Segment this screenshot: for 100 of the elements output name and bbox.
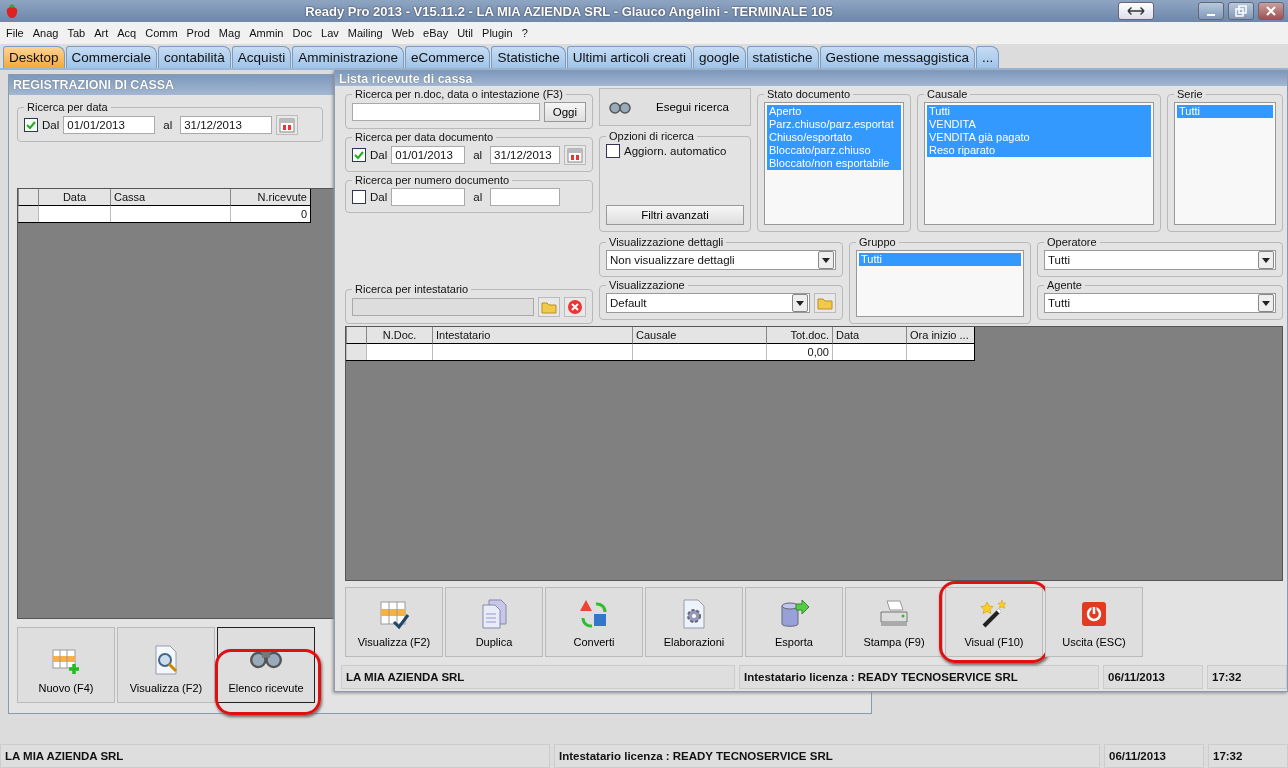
toolbar-button[interactable]: Esporta xyxy=(745,587,843,657)
date-field[interactable]: 31/12/2013 xyxy=(490,146,560,164)
tab[interactable]: Gestione messaggistica xyxy=(819,46,975,68)
menu-item[interactable]: Mailing xyxy=(347,27,383,39)
column-header[interactable]: N.Doc. xyxy=(366,327,432,344)
menu-item[interactable]: Comm xyxy=(145,27,178,39)
toolbar-button[interactable]: Nuovo (F4) xyxy=(17,627,115,703)
column-header[interactable]: Cassa xyxy=(110,189,230,206)
menu-item[interactable]: Ammin xyxy=(249,27,284,39)
tab[interactable]: google xyxy=(693,46,746,68)
search-field[interactable] xyxy=(352,103,540,121)
maximize-button[interactable] xyxy=(1228,2,1254,20)
restore-size-button[interactable] xyxy=(1118,2,1154,20)
double-arrow-icon xyxy=(1127,6,1145,16)
checkbox[interactable] xyxy=(352,148,366,162)
column-header[interactable]: Ora inizio ... xyxy=(906,327,974,344)
tab[interactable]: ... xyxy=(975,46,1000,68)
dropdown[interactable]: Default xyxy=(606,293,810,313)
tab[interactable]: Desktop xyxy=(3,46,65,68)
group-label: Serie xyxy=(1176,88,1204,100)
menu-item[interactable]: File xyxy=(6,27,24,39)
tab[interactable]: eCommerce xyxy=(404,46,491,68)
tab[interactable]: Commerciale xyxy=(65,46,158,68)
toolbar-button[interactable]: Duplica xyxy=(445,587,543,657)
date-field[interactable]: 01/01/2013 xyxy=(391,146,466,164)
menu-item[interactable]: ? xyxy=(521,27,528,39)
toolbar-button[interactable]: Visualizza (F2) xyxy=(345,587,443,657)
toolbar-button[interactable]: Visual (F10) xyxy=(945,587,1043,657)
clear-button[interactable] xyxy=(564,297,586,317)
folder-icon xyxy=(817,295,833,311)
binoculars-icon xyxy=(608,100,632,114)
holder-field[interactable] xyxy=(352,298,534,316)
clear-icon xyxy=(567,299,583,315)
table-cell: 0 xyxy=(230,206,310,222)
tab[interactable]: Ultimi articoli creati xyxy=(566,46,692,68)
menu-item[interactable]: Art xyxy=(94,27,109,39)
column-header[interactable]: N.ricevute xyxy=(230,189,310,206)
dropdown[interactable]: Non visualizzare dettagli xyxy=(606,250,836,270)
row-header-cell xyxy=(18,206,38,222)
menu-item[interactable]: Acq xyxy=(117,27,137,39)
close-button[interactable] xyxy=(1258,2,1284,20)
column-header[interactable]: Data xyxy=(832,327,906,344)
group-label: Causale xyxy=(926,88,969,100)
date-field[interactable]: 01/01/2013 xyxy=(63,116,156,134)
menu-item[interactable]: Lav xyxy=(321,27,339,39)
status-date: 06/11/2013 xyxy=(1103,665,1203,689)
today-button[interactable]: Oggi xyxy=(543,102,586,122)
search-button[interactable]: Esegui ricerca xyxy=(599,88,751,126)
menu-item[interactable]: eBay xyxy=(423,27,449,39)
status-time: 17:32 xyxy=(1207,665,1287,689)
calendar-icon xyxy=(279,117,296,133)
header-corner-cell xyxy=(346,327,366,344)
field-label: al xyxy=(473,149,483,161)
menu-item[interactable]: Web xyxy=(391,27,415,39)
dropdown[interactable]: Tutti xyxy=(1044,250,1276,270)
group-label: Ricerca per data xyxy=(26,101,109,113)
dropdown[interactable]: Tutti xyxy=(1044,293,1276,313)
column-header[interactable]: Causale xyxy=(632,327,766,344)
header-corner-cell xyxy=(18,189,38,206)
status-date: 06/11/2013 xyxy=(1104,744,1204,768)
number-field[interactable] xyxy=(391,188,466,206)
checkbox[interactable] xyxy=(24,118,38,132)
calendar-button[interactable] xyxy=(564,145,586,165)
column-header[interactable]: Tot.doc. xyxy=(766,327,832,344)
minimize-button[interactable] xyxy=(1198,2,1224,20)
toolbar-button[interactable]: Stampa (F9) xyxy=(845,587,943,657)
tab[interactable]: Amministrazione xyxy=(292,46,404,68)
grid-check-icon xyxy=(378,598,410,630)
menu-item[interactable]: Plugin xyxy=(482,27,513,39)
menu-item[interactable]: Anag xyxy=(32,27,59,39)
folder-icon xyxy=(541,299,557,315)
advanced-filters-button[interactable]: Filtri avanzati xyxy=(606,205,744,225)
column-header[interactable]: Intestatario xyxy=(432,327,632,344)
toolbar-button[interactable]: Elaborazioni xyxy=(645,587,743,657)
group-label: Visualizzazione xyxy=(608,279,686,291)
tab[interactable]: statistiche xyxy=(746,46,819,68)
checkbox[interactable] xyxy=(606,144,620,158)
number-field[interactable] xyxy=(490,188,561,206)
tab[interactable]: Acquisti xyxy=(231,46,292,68)
calendar-button[interactable] xyxy=(276,115,299,135)
menu-item[interactable]: Mag xyxy=(218,27,241,39)
group-label: Operatore xyxy=(1046,236,1098,248)
menu-item[interactable]: Doc xyxy=(292,27,313,39)
menu-item[interactable]: Tab xyxy=(67,27,86,39)
column-header[interactable]: Data xyxy=(38,189,110,206)
date-field[interactable]: 31/12/2013 xyxy=(180,116,273,134)
checkbox[interactable] xyxy=(352,190,366,204)
toolbar-button[interactable]: Elenco ricevute xyxy=(217,627,315,703)
menu-item[interactable]: Prod xyxy=(186,27,210,39)
caret-icon xyxy=(822,257,830,263)
toolbar-button[interactable]: Converti xyxy=(545,587,643,657)
tab[interactable]: contabilità xyxy=(158,46,231,68)
group-label: Agente xyxy=(1046,279,1083,291)
menu-item[interactable]: Util xyxy=(457,27,474,39)
status-company: LA MIA AZIENDA SRL xyxy=(0,744,550,768)
toolbar-button[interactable]: Visualizza (F2) xyxy=(117,627,215,703)
tab[interactable]: Statistiche xyxy=(491,46,566,68)
checkbox-label: Dal xyxy=(42,119,60,131)
group-label: Visualizzazione dettagli xyxy=(608,236,725,248)
toolbar-button[interactable]: Uscita (ESC) xyxy=(1045,587,1143,657)
